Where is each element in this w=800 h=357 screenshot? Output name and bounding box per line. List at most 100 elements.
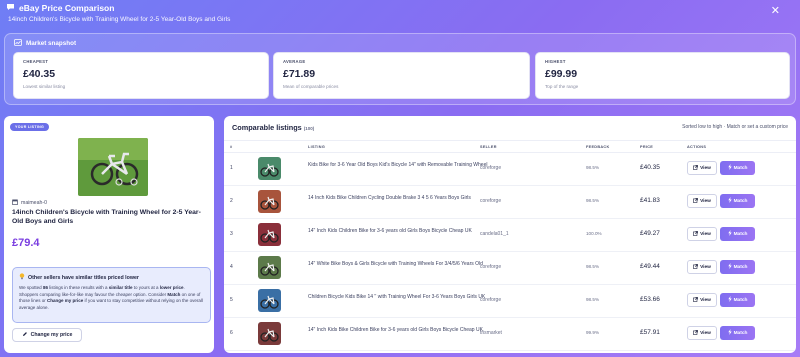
table-row[interactable]: 6 14" Inch Kids Bike Children Bike for 3-… (224, 318, 796, 351)
external-link-icon (693, 263, 698, 271)
external-link-icon (693, 164, 698, 172)
col-header-feedback: FEEDBACK (586, 145, 610, 149)
match-label: Match (733, 165, 748, 171)
external-link-icon (693, 197, 698, 205)
view-label: View (700, 231, 711, 237)
listing-price: £53.66 (640, 296, 660, 303)
view-button[interactable]: View (687, 161, 717, 175)
comparables-title-row: Comparable listings (100) (232, 123, 314, 132)
chat-bubble-icon (6, 3, 15, 13)
average-value: £71.89 (283, 68, 316, 80)
listing-title[interactable]: 14" White Bike Boys & Girls Bicycle with… (308, 261, 488, 268)
lightbulb-icon (19, 273, 25, 282)
match-label: Match (733, 198, 748, 204)
match-button[interactable]: Match (720, 227, 755, 241)
cheapest-value: £40.35 (23, 68, 56, 80)
alert-bold-3: Match (167, 291, 181, 297)
listing-thumbnail (258, 223, 281, 246)
listing-title[interactable]: Children Bicycle Kids Bike 14 '' with Tr… (308, 294, 488, 301)
listing-feedback: 98.5% (586, 165, 600, 170)
lower-price-alert: Other sellers have similar titles priced… (12, 267, 211, 323)
table-row[interactable]: 1 Kids Bike for 3-6 Year Old Boys Kid's B… (224, 153, 796, 186)
listing-thumbnail (258, 190, 281, 213)
listing-feedback: 99.9% (586, 330, 600, 335)
listing-thumbnail (258, 157, 281, 180)
alert-body: We spotted 86 listings in these results … (19, 285, 204, 311)
view-button[interactable]: View (687, 194, 717, 208)
match-button[interactable]: Match (720, 194, 755, 208)
table-row[interactable]: 3 14" Inch Kids Children Bike for 3-6 yea… (224, 219, 796, 252)
alert-text-2: listings in these results with a (47, 285, 109, 290)
lightning-icon (727, 296, 732, 304)
lightning-icon (727, 197, 732, 205)
match-button[interactable]: Match (720, 326, 755, 340)
alert-text-3: to yours at a (132, 285, 160, 290)
close-icon[interactable]: ✕ (771, 6, 780, 17)
view-label: View (700, 165, 711, 171)
listing-thumbnail (258, 256, 281, 279)
listing-price: £49.44 (640, 263, 660, 270)
product-image (78, 138, 148, 196)
listing-title[interactable]: Kids Bike for 3-6 Year Old Boys Kid's Bi… (308, 162, 488, 169)
lightning-icon (727, 263, 732, 271)
row-number: 5 (230, 297, 233, 303)
col-header-seller: SELLER (480, 145, 497, 149)
listing-feedback: 98.5% (586, 198, 600, 203)
store-icon (12, 199, 18, 207)
listing-seller: coreforge (480, 198, 502, 204)
highest-value: £99.99 (545, 68, 578, 80)
view-label: View (700, 198, 711, 204)
match-label: Match (733, 297, 748, 303)
row-number: 4 (230, 264, 233, 270)
view-button[interactable]: View (687, 227, 717, 241)
snapshot-title-row: Market snapshot (14, 39, 76, 48)
table-row[interactable]: 4 14" White Bike Boys & Girls Bicycle wit… (224, 252, 796, 285)
table-row[interactable]: 2 14 Inch Kids Bike Children Cycling Doub… (224, 186, 796, 219)
highest-note: Top of the range (545, 84, 579, 89)
average-note: Mean of comparable prices (283, 84, 339, 89)
match-button[interactable]: Match (720, 161, 755, 175)
change-my-price-button[interactable]: Change my price (12, 328, 82, 342)
listing-seller: trismarket (480, 330, 502, 336)
listing-title[interactable]: 14 Inch Kids Bike Children Cycling Doubl… (308, 195, 488, 202)
match-button[interactable]: Match (720, 293, 755, 307)
listing-price: £49.27 (640, 230, 660, 237)
col-header-actions: ACTIONS (687, 145, 707, 149)
listing-title[interactable]: 14" Inch Kids Children Bike for 3-6 year… (308, 228, 488, 235)
external-link-icon (693, 296, 698, 304)
alert-text-1: We spotted (19, 285, 43, 290)
view-button[interactable]: View (687, 260, 717, 274)
app-title-row: eBay Price Comparison (6, 3, 230, 13)
comparables-title: Comparable listings (232, 123, 302, 132)
listing-feedback: 98.5% (586, 264, 600, 269)
listing-seller: coreforge (480, 264, 502, 270)
listing-thumbnail (258, 322, 281, 345)
pencil-icon (22, 331, 28, 339)
view-label: View (700, 297, 711, 303)
view-button[interactable]: View (687, 326, 717, 340)
view-button[interactable]: View (687, 293, 717, 307)
table-header: # LISTING SELLER FEEDBACK PRICE ACTIONS (224, 140, 796, 153)
your-product-price: £79.4 (12, 237, 40, 249)
match-label: Match (733, 264, 748, 270)
listing-price: £41.83 (640, 197, 660, 204)
app-title: eBay Price Comparison (19, 3, 115, 13)
alert-bold-4: Change my price (47, 298, 84, 304)
alert-bold-1: similar title (108, 285, 133, 290)
alert-title: Other sellers have similar titles priced… (28, 274, 139, 281)
your-seller-name: maimeah-0 (21, 200, 47, 206)
row-number: 2 (230, 198, 233, 204)
external-link-icon (693, 230, 698, 238)
col-header-num: # (230, 145, 233, 149)
market-snapshot: Market snapshot CHEAPEST £40.35 Lowest s… (4, 33, 796, 105)
match-button[interactable]: Match (720, 260, 755, 274)
match-label: Match (733, 231, 748, 237)
col-header-listing: LISTING (308, 145, 326, 149)
listing-title[interactable]: 14" Inch Kids Bike Children Bike for 3-6… (308, 327, 488, 334)
highest-label: HIGHEST (545, 59, 566, 64)
alert-title-row: Other sellers have similar titles priced… (19, 273, 204, 282)
listing-feedback: 100.0% (586, 231, 602, 236)
listing-seller: coreforge (480, 165, 502, 171)
cheapest-card: CHEAPEST £40.35 Lowest similar listing (13, 52, 269, 99)
table-row[interactable]: 5 Children Bicycle Kids Bike 14 '' with T… (224, 285, 796, 318)
